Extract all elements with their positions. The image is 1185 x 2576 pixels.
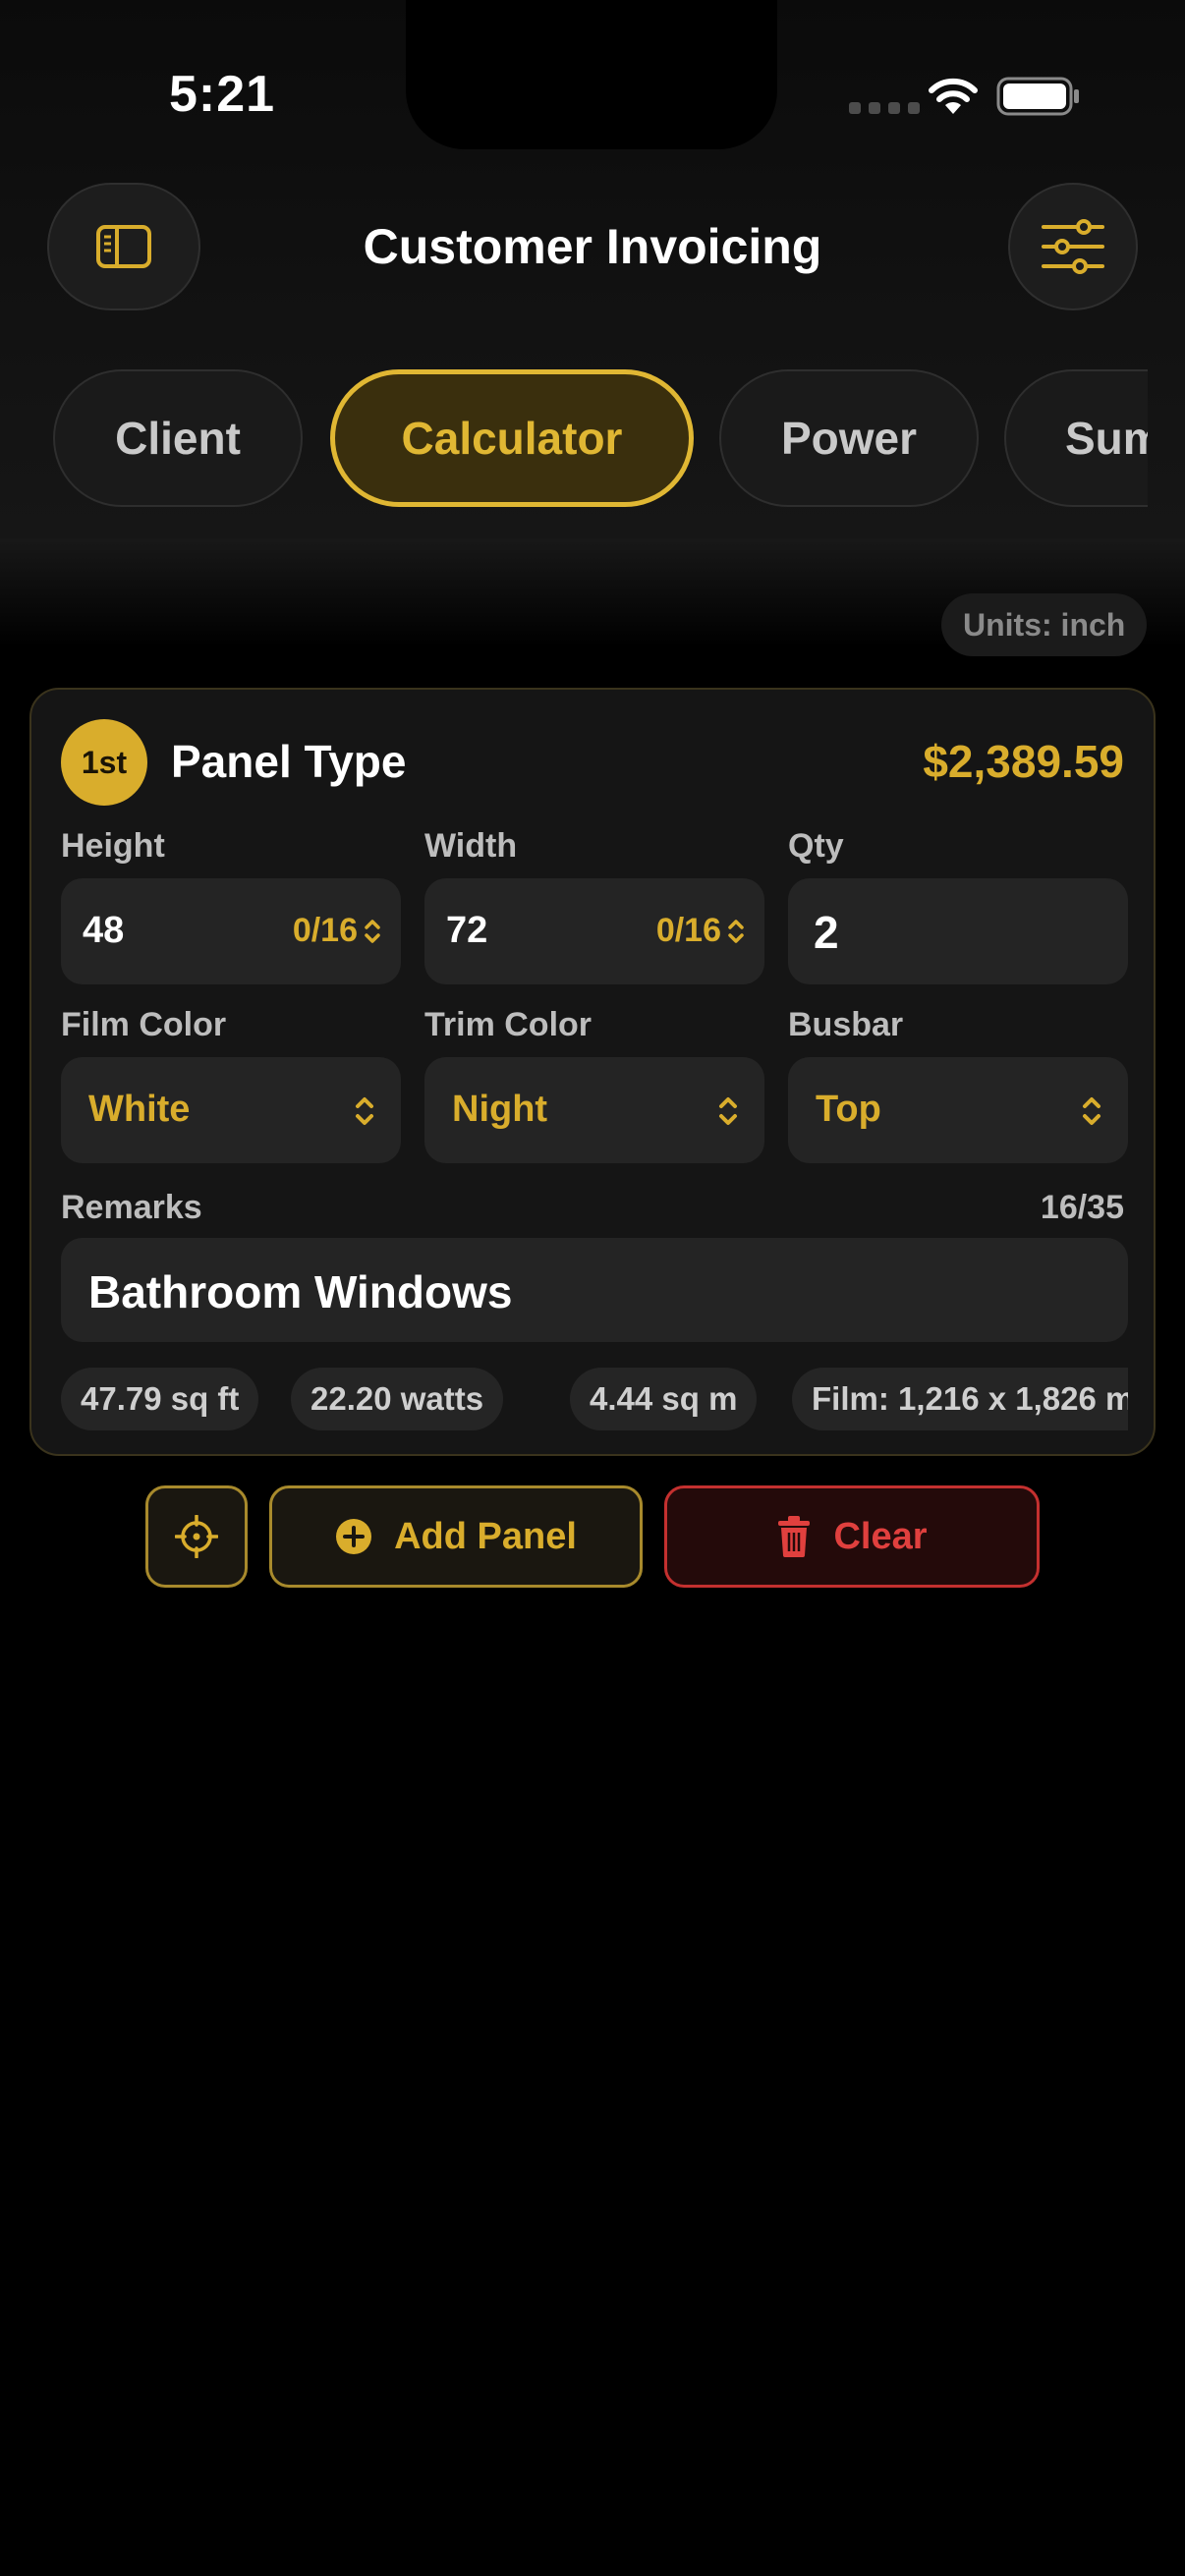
wifi-icon	[929, 78, 978, 114]
trim-color-label: Trim Color	[424, 1006, 592, 1043]
qty-field[interactable]: 2	[788, 878, 1128, 984]
height-fraction-picker[interactable]: 0/16	[293, 912, 381, 950]
qty-label: Qty	[788, 827, 844, 865]
width-label: Width	[424, 827, 518, 865]
panel-order-badge: 1st	[61, 719, 147, 806]
width-fraction-picker[interactable]: 0/16	[656, 912, 745, 950]
panel-type-title: Panel Type	[171, 736, 407, 787]
tab-calculator[interactable]: Calculator	[330, 369, 694, 507]
width-field[interactable]: 72 0/16	[424, 878, 764, 984]
status-time: 5:21	[169, 66, 276, 123]
tab-summary[interactable]: Summary	[1004, 369, 1148, 507]
film-color-select[interactable]: White	[61, 1057, 401, 1163]
film-color-label: Film Color	[61, 1006, 227, 1043]
chevron-up-down-icon	[365, 919, 380, 943]
clear-button[interactable]: Clear	[664, 1485, 1040, 1588]
remarks-value: Bathroom Windows	[88, 1266, 513, 1317]
width-fraction-value: 0/16	[655, 912, 721, 949]
signal-icon	[849, 102, 920, 114]
tab-client[interactable]: Client	[53, 369, 303, 507]
height-fraction-value: 0/16	[292, 912, 358, 949]
chevron-up-down-icon	[728, 919, 744, 943]
locate-button[interactable]	[145, 1485, 248, 1588]
trim-color-value: Night	[452, 1089, 548, 1130]
height-label: Height	[61, 827, 165, 865]
measurement-chips: 47.79 sq ft 22.20 watts 4.44 sq m Film: …	[61, 1368, 1128, 1430]
settings-button[interactable]	[1008, 183, 1138, 310]
area-sqft-chip: 47.79 sq ft	[61, 1368, 259, 1430]
height-field[interactable]: 48 0/16	[61, 878, 401, 984]
add-panel-label: Add Panel	[394, 1515, 577, 1557]
trash-icon	[778, 1516, 811, 1557]
sidebar-button[interactable]	[47, 183, 200, 310]
remarks-label: Remarks	[61, 1189, 202, 1226]
remarks-input[interactable]: Bathroom Windows	[61, 1238, 1128, 1342]
screen: 5:21 Customer Invoicing Client Calculato…	[0, 0, 1185, 2576]
crosshair-icon	[175, 1515, 218, 1558]
dynamic-island	[406, 0, 777, 149]
qty-value: 2	[814, 907, 839, 958]
add-panel-button[interactable]: Add Panel	[269, 1485, 643, 1588]
film-color-value: White	[88, 1089, 191, 1130]
tab-power[interactable]: Power	[719, 369, 979, 507]
busbar-value: Top	[816, 1089, 881, 1130]
sidebar-icon	[96, 225, 151, 268]
sliders-icon	[1042, 219, 1104, 274]
height-value: 48	[83, 910, 125, 951]
trim-color-select[interactable]: Night	[424, 1057, 764, 1163]
clear-label: Clear	[833, 1515, 928, 1557]
page-title: Customer Invoicing	[363, 219, 822, 274]
battery-icon	[996, 77, 1079, 116]
tab-bar: Client Calculator Power Summary	[51, 365, 1148, 513]
film-size-chip: Film: 1,216 x 1,826 mm	[792, 1368, 1128, 1430]
area-sqm-chip: 4.44 sq m	[570, 1368, 758, 1430]
watts-chip: 22.20 watts	[291, 1368, 504, 1430]
chevron-up-down-icon	[356, 1097, 373, 1125]
plus-circle-icon	[336, 1519, 372, 1554]
busbar-select[interactable]: Top	[788, 1057, 1128, 1163]
remarks-char-count: 16/35	[1040, 1189, 1124, 1226]
busbar-label: Busbar	[788, 1006, 904, 1043]
panel-card: 1st Panel Type $2,389.59 Height Width Qt…	[29, 688, 1156, 1456]
units-badge[interactable]: Units: inch	[941, 593, 1148, 656]
width-value: 72	[446, 910, 488, 951]
panel-price: $2,389.59	[923, 736, 1124, 787]
chevron-up-down-icon	[1083, 1097, 1100, 1125]
chevron-up-down-icon	[719, 1097, 737, 1125]
